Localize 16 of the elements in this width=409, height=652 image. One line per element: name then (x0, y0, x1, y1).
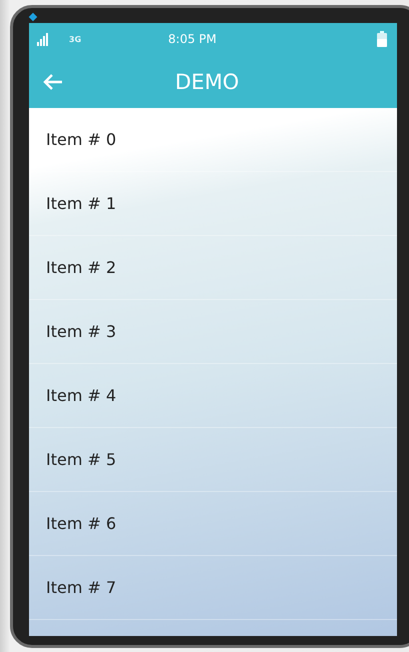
back-button[interactable] (43, 72, 65, 90)
battery-icon (377, 31, 387, 47)
signal-icon (37, 32, 49, 46)
led-icon (28, 12, 38, 22)
list-item[interactable]: Item # 3 (29, 300, 397, 364)
back-arrow-icon (43, 74, 63, 90)
app-title: DEMO (175, 70, 240, 94)
status-time: 8:05 PM (168, 32, 218, 46)
list-item[interactable]: Item # 7 (29, 556, 397, 620)
list-item[interactable]: Item # 6 (29, 492, 397, 556)
list-item[interactable]: Item # 5 (29, 428, 397, 492)
list-item[interactable]: Item # 2 (29, 236, 397, 300)
network-label: 3G (69, 34, 82, 44)
list-item[interactable]: Item # 4 (29, 364, 397, 428)
list-item[interactable]: Item # 1 (29, 172, 397, 236)
list-item[interactable]: Item # 0 (29, 108, 397, 172)
